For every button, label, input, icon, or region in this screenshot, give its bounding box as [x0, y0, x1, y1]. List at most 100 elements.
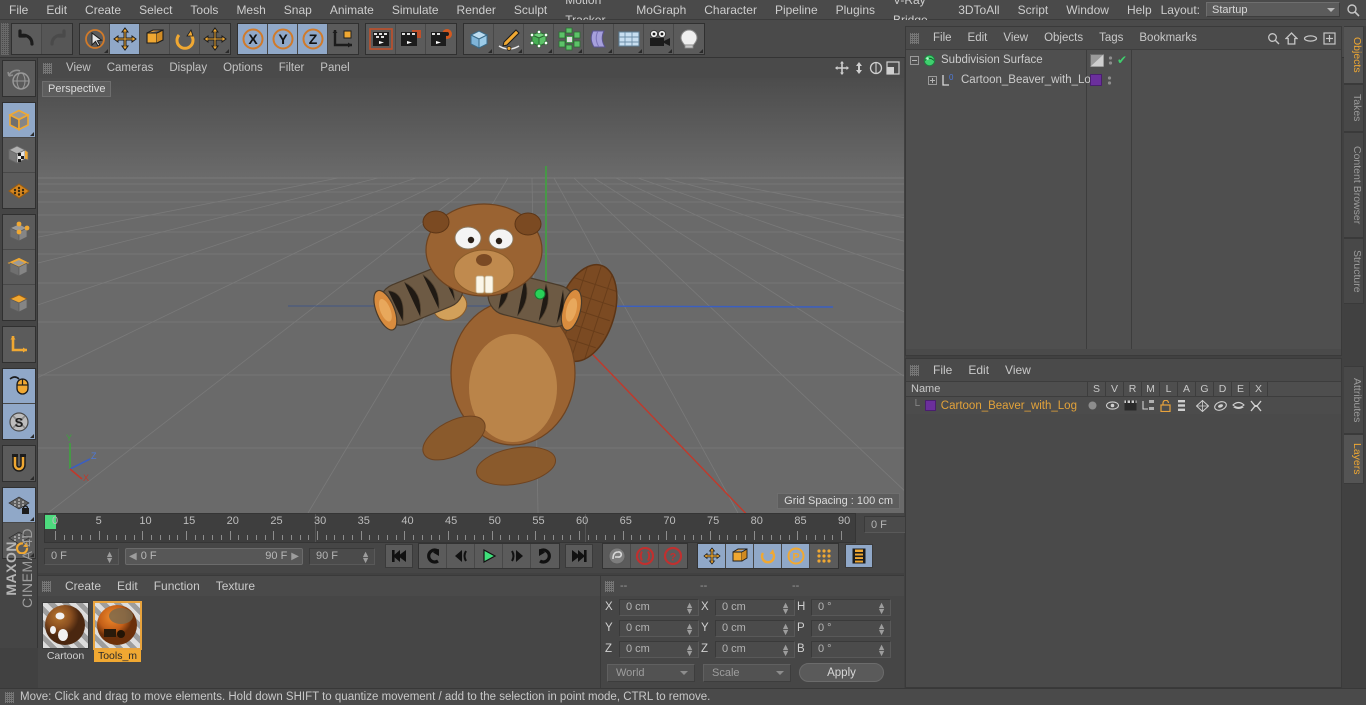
solo-dot-icon[interactable] — [1088, 401, 1106, 410]
rotation-b-field[interactable]: 0 ° ▲ ▼ — [811, 640, 891, 658]
om-menu-tags[interactable]: Tags — [1091, 27, 1131, 49]
spinner-icon[interactable]: ▲▼ — [685, 642, 694, 657]
spline-pen-button[interactable] — [494, 23, 524, 54]
scene-floor-button[interactable] — [614, 23, 644, 54]
expression-icon[interactable] — [1232, 401, 1250, 411]
viewport-menu-view[interactable]: View — [58, 58, 99, 78]
tab-content-browser[interactable]: Content Browser — [1344, 132, 1364, 238]
range-left-arrow-icon[interactable]: ◀ — [129, 551, 137, 562]
spinner-icon[interactable]: ▲▼ — [877, 642, 886, 657]
toolbar-drag-handle[interactable] — [1, 22, 9, 55]
viewport-drag-handle[interactable] — [43, 62, 52, 74]
menu-item-script[interactable]: Script — [1009, 0, 1058, 20]
play-button[interactable] — [475, 544, 503, 568]
polygon-mode-icon[interactable] — [2, 173, 35, 208]
position-z-field[interactable]: 0 cm ▲ ▼ — [619, 640, 699, 658]
object-manager-drag-handle[interactable] — [910, 32, 919, 44]
size-y-field[interactable]: 0 cm ▲ ▼ — [715, 619, 795, 637]
lock-x-button[interactable]: X — [238, 23, 268, 54]
move-axis-button[interactable] — [200, 23, 230, 54]
material-thumbnail[interactable] — [93, 601, 142, 650]
light-button[interactable] — [674, 23, 704, 54]
spinner-icon[interactable]: ▲▼ — [361, 549, 370, 564]
spinner-icon[interactable]: ▲▼ — [877, 600, 886, 615]
object-row-subdivision-surface[interactable]: Subdivision Surface ✔ — [906, 50, 1341, 70]
add-layer-icon[interactable] — [1323, 31, 1336, 45]
menu-item-mograph[interactable]: MoGraph — [627, 0, 695, 20]
tab-layers[interactable]: Layers — [1344, 434, 1364, 484]
ellipse-icon[interactable] — [1303, 32, 1318, 45]
mograph-cloner-button[interactable] — [554, 23, 584, 54]
size-mode-dropdown[interactable]: Scale — [703, 663, 791, 682]
generator-icon[interactable] — [1196, 399, 1214, 412]
coordinate-system-dropdown[interactable]: World — [607, 663, 695, 682]
spinner-icon[interactable]: ▲▼ — [685, 600, 694, 615]
viewport-menu-cameras[interactable]: Cameras — [99, 58, 162, 78]
rotation-h-field[interactable]: 0 ° ▲ ▼ — [811, 598, 891, 616]
om-menu-objects[interactable]: Objects — [1036, 27, 1091, 49]
render-clapper-icon[interactable] — [1124, 400, 1142, 411]
dolly-icon[interactable] — [852, 61, 866, 75]
om-menu-bookmarks[interactable]: Bookmarks — [1131, 27, 1205, 49]
beaver-character-model[interactable] — [368, 198, 668, 513]
visible-eye-icon[interactable] — [1106, 401, 1124, 410]
material-thumbnail[interactable] — [42, 602, 89, 649]
size-x-field[interactable]: 0 cm ▲ ▼ — [715, 598, 795, 616]
render-view-button[interactable] — [366, 23, 396, 54]
edge-mode-icon[interactable] — [2, 250, 35, 285]
enable-snap-icon[interactable]: S — [2, 404, 35, 439]
xref-icon[interactable] — [1250, 400, 1268, 412]
tab-takes[interactable]: Takes — [1344, 84, 1364, 132]
collapse-toggle-icon[interactable] — [910, 55, 919, 65]
menu-item-sculpt[interactable]: Sculpt — [505, 0, 556, 20]
record-position-button[interactable] — [698, 544, 726, 568]
position-x-field[interactable]: 0 cm ▲ ▼ — [619, 598, 699, 616]
viewport-solo-icon[interactable] — [2, 369, 35, 404]
timeline-ruler[interactable]: 0 5 10 15 20 25 30 35 40 45 50 55 60 65 70 75 80 85 90 — [44, 513, 856, 543]
spinner-icon[interactable]: ▲▼ — [781, 621, 790, 636]
manager-icon[interactable] — [1142, 400, 1160, 411]
position-y-field[interactable]: 0 cm ▲ ▼ — [619, 619, 699, 637]
spinner-icon[interactable]: ▲▼ — [781, 642, 790, 657]
perspective-viewport[interactable]: Perspective Grid Spacing : 100 cm Y Z X — [38, 78, 904, 513]
tab-objects[interactable]: Objects — [1344, 26, 1364, 84]
spinner-icon[interactable]: ▲▼ — [877, 621, 886, 636]
menu-item-help[interactable]: Help — [1118, 0, 1161, 20]
viewport-menu-display[interactable]: Display — [161, 58, 215, 78]
go-to-start-button[interactable] — [385, 544, 413, 568]
record-parameter-button[interactable]: P — [782, 544, 810, 568]
bend-deformer-button[interactable] — [584, 23, 614, 54]
menu-item-create[interactable]: Create — [76, 0, 130, 20]
menu-item-3dtoall[interactable]: 3DToAll — [949, 0, 1008, 20]
search-icon[interactable] — [1267, 32, 1280, 45]
om-menu-file[interactable]: File — [925, 27, 960, 49]
record-scale-button[interactable] — [726, 544, 754, 568]
step-forward-button[interactable] — [503, 544, 531, 568]
redo-button[interactable] — [42, 23, 72, 54]
size-z-field[interactable]: 0 cm ▲ ▼ — [715, 640, 795, 658]
enabled-check-icon[interactable]: ✔ — [1117, 53, 1127, 67]
camera-button[interactable] — [644, 23, 674, 54]
primitive-cube-button[interactable] — [464, 23, 494, 54]
display-tag-icon[interactable] — [1090, 53, 1104, 67]
record-pla-button[interactable] — [810, 544, 838, 568]
autokey-button[interactable] — [603, 544, 631, 568]
material-menu-create[interactable]: Create — [57, 575, 109, 597]
material-item[interactable]: Tools_m — [93, 601, 142, 662]
step-back-button[interactable] — [447, 544, 475, 568]
menu-item-animate[interactable]: Animate — [321, 0, 383, 20]
world-coordinate-button[interactable] — [328, 23, 358, 54]
undo-view-icon[interactable] — [2, 61, 35, 96]
viewport-menu-filter[interactable]: Filter — [271, 58, 313, 78]
menu-item-pipeline[interactable]: Pipeline — [766, 0, 827, 20]
render-settings-button[interactable] — [426, 23, 456, 54]
play-backwards-loop-button[interactable] — [419, 544, 447, 568]
visibility-dots-icon[interactable] — [1108, 54, 1113, 67]
layer-manager-drag-handle[interactable] — [910, 364, 919, 376]
menu-item-character[interactable]: Character — [695, 0, 766, 20]
record-rotation-button[interactable] — [754, 544, 782, 568]
point-mode-icon[interactable] — [2, 215, 35, 250]
range-right-arrow-icon[interactable]: ▶ — [291, 551, 299, 562]
menu-item-select[interactable]: Select — [130, 0, 181, 20]
orbit-icon[interactable] — [869, 61, 883, 75]
